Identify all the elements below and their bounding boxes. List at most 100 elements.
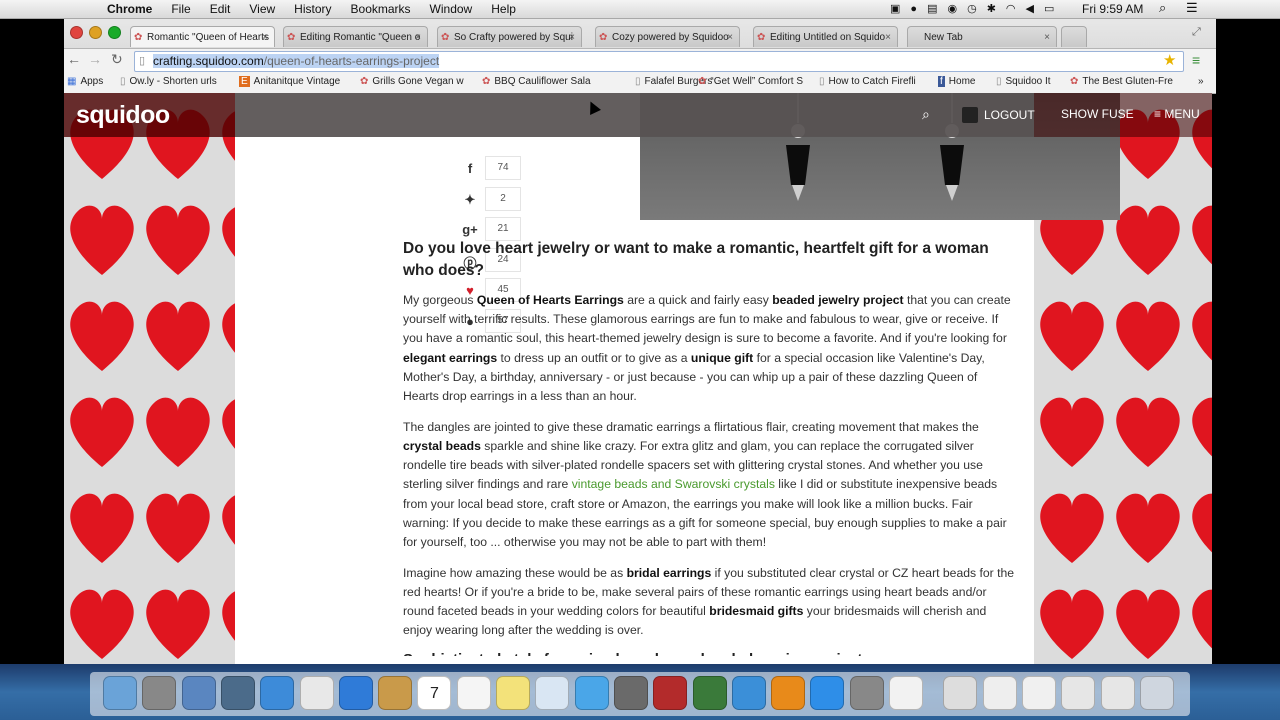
menu-chrome[interactable]: Chrome [107,2,152,16]
status-icon-screen[interactable]: ▣ [890,2,900,15]
system-preferences-icon[interactable] [849,676,884,710]
browser-window-chrome: ✿ Romantic "Queen of Hearts × ✿ Editing … [64,19,1216,94]
bookmark-facebook-home[interactable]: f Home [938,76,975,87]
screenshot2-icon[interactable] [1100,676,1135,710]
finder-icon[interactable] [103,676,137,710]
itunes-icon[interactable] [731,676,766,710]
bookmark-star-icon[interactable]: ★ [1163,51,1176,69]
show-fuse-button[interactable]: SHOW FUSE [1061,107,1134,121]
close-tab-icon[interactable]: × [415,27,421,47]
back-icon[interactable]: ← [67,51,81,67]
menu-file[interactable]: File [171,2,190,16]
world-icon[interactable] [338,676,373,710]
facebook-icon[interactable]: f [460,161,480,176]
menu-history[interactable]: History [294,2,331,16]
bookmark-grills-gone-vegan[interactable]: ✿ Grills Gone Vegan w [360,76,464,87]
tab-editing-untitled[interactable]: ✿ Editing Untitled on Squido × [753,26,898,47]
calendar-icon[interactable]: 7 [417,676,452,710]
status-icon-record[interactable]: ● [910,3,917,15]
reload-icon[interactable]: ↻ [111,51,123,68]
bookmark-owly[interactable]: ▯ Ow.ly - Shorten urls [120,76,217,87]
document-icon[interactable] [1021,676,1056,710]
bold-keyword: crystal beads [403,438,481,453]
tab-new-tab[interactable]: New Tab × [907,26,1057,47]
page-viewport: f 74 ✦ 2 g+ 21 ⓟ 24 ♥ 45 ● 57 squidoo ⌕ … [64,93,1212,664]
page-icon: ▯ [120,76,126,87]
mail-stamp-icon[interactable] [181,676,216,710]
ibooks-icon[interactable] [771,676,806,710]
googleplus-icon[interactable]: g+ [460,222,480,237]
tab-cozy[interactable]: ✿ Cozy powered by Squidoo × [595,26,740,47]
tab-editing-romantic[interactable]: ✿ Editing Romantic "Queen o × [283,26,428,47]
contacts-icon[interactable] [378,676,413,710]
bookmark-label: “Get Well” Comfort S [710,76,803,87]
messages-icon[interactable] [574,676,609,710]
wifi-icon[interactable]: ◠ [1006,2,1016,15]
battery-icon[interactable]: ▭ [1044,2,1054,15]
twitter-icon[interactable]: ✦ [460,192,480,208]
menu-button[interactable]: ≡ MENU [1154,107,1200,121]
address-bar[interactable]: ▯ crafting.squidoo.com/queen-of-hearts-e… [134,51,1184,72]
bookmark-gluten-free[interactable]: ✿ The Best Gluten-Fre [1070,76,1173,87]
address-url[interactable]: crafting.squidoo.com/queen-of-hearts-ear… [153,52,440,71]
chrome-menu-icon[interactable]: ≡ [1192,52,1200,68]
logout-button[interactable]: LOGOUT [962,107,1035,123]
menu-help[interactable]: Help [491,2,516,16]
menu-view[interactable]: View [249,2,275,16]
squidoo-logo[interactable]: squidoo [76,101,170,130]
close-tab-icon[interactable]: × [727,27,733,47]
launchpad-icon[interactable] [142,676,177,710]
close-tab-icon[interactable]: × [885,27,891,47]
trash-icon[interactable] [1139,676,1174,710]
close-tab-icon[interactable]: × [569,27,575,47]
photo-browser-icon[interactable] [220,676,255,710]
tab-romantic-queen-of-hearts[interactable]: ✿ Romantic "Queen of Hearts × [130,26,275,47]
appstore-icon[interactable] [810,676,845,710]
status-icon-image[interactable]: ▤ [927,2,937,15]
more-bookmarks-icon[interactable]: » [1198,76,1204,87]
menu-edit[interactable]: Edit [210,2,231,16]
forward-icon[interactable]: → [88,51,102,67]
finder-window-icon[interactable] [982,676,1017,710]
bookmark-squidoo-it[interactable]: ▯ Squidoo It [996,76,1051,87]
bookmark-get-well-comfort[interactable]: ✿ “Get Well” Comfort S [698,76,803,87]
chrome-icon[interactable] [299,676,334,710]
article-link[interactable]: vintage beads and Swarovski crystals [572,477,775,491]
status-icon-camera[interactable]: ◉ [947,2,957,15]
article-subheading-cutoff: Sophisticated style for a simple and eas… [403,650,1016,656]
bookmark-bbq-cauliflower[interactable]: ✿ BBQ Cauliflower Sala [482,76,591,87]
etsy-icon: E [239,76,250,87]
safari-icon[interactable] [260,676,295,710]
squidoo-favicon-icon: ✿ [698,76,707,87]
notification-center-icon[interactable]: ☰ [1186,0,1198,16]
bookmark-anitanitque[interactable]: E Anitanitque Vintage [239,76,340,87]
iphoto-icon[interactable] [692,676,727,710]
close-tab-icon[interactable]: × [1044,27,1050,47]
bookmark-catch-fireflies[interactable]: ▯ How to Catch Firefli [819,76,916,87]
bold-keyword: bridesmaid gifts [709,604,804,619]
textedit-icon[interactable] [889,676,923,710]
stickies-icon[interactable] [496,676,530,710]
jpeg-file-icon[interactable] [943,676,978,710]
menu-window[interactable]: Window [430,2,473,16]
volume-icon[interactable]: ◀ [1026,2,1034,15]
bold-keyword: bridal earrings [626,565,712,580]
bookmark-label: Anitanitque Vintage [253,76,341,87]
bookmark-apps[interactable]: ▦ Apps [67,76,103,87]
reminders-icon[interactable] [456,676,491,710]
screenshot-icon[interactable] [1061,676,1096,710]
close-tab-icon[interactable]: × [262,27,268,47]
preview-icon[interactable] [535,676,570,710]
status-icon-timemachine[interactable]: ◷ [967,2,977,15]
spotlight-search-icon[interactable]: ⌕ [1159,0,1166,16]
search-icon[interactable]: ⌕ [922,106,930,123]
fullscreen-icon[interactable]: ⤢ [1192,26,1201,39]
tab-so-crafty[interactable]: ✿ So Crafty powered by Squi × [437,26,582,47]
menubar-clock[interactable]: Fri 9:59 AM [1082,2,1143,16]
bluetooth-icon[interactable]: ✱ [987,2,996,15]
facetime-icon[interactable] [613,676,648,710]
photobooth-icon[interactable] [653,676,688,710]
new-tab-button[interactable] [1061,26,1087,47]
squidoo-favicon-icon: ✿ [1070,76,1079,87]
menu-bookmarks[interactable]: Bookmarks [351,2,411,16]
